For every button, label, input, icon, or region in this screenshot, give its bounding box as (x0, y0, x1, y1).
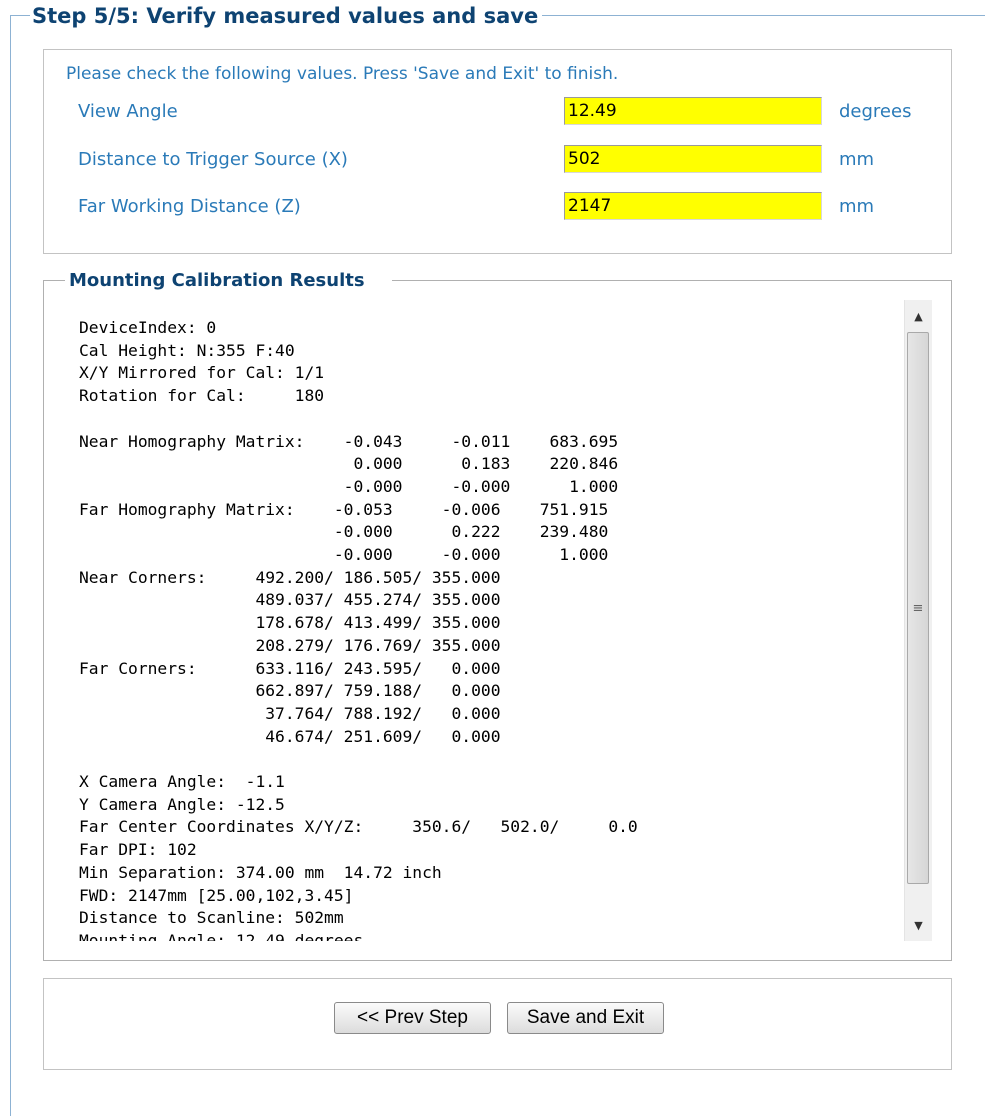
view-angle-row: View Angle degrees (44, 97, 951, 127)
results-scrollbar[interactable]: ▲ ≡ ▼ (904, 300, 932, 941)
prev-step-button[interactable]: << Prev Step (334, 1002, 491, 1034)
view-angle-input[interactable] (564, 97, 822, 125)
trigger-distance-row: Distance to Trigger Source (X) mm (44, 145, 951, 175)
step-title: Step 5/5: Verify measured values and sav… (30, 3, 543, 29)
view-angle-label: View Angle (78, 101, 178, 122)
trigger-distance-input[interactable] (564, 145, 822, 173)
view-angle-unit: degrees (839, 101, 912, 122)
results-textarea[interactable]: DeviceIndex: 0 Cal Height: N:355 F:40 X/… (63, 300, 931, 941)
far-working-distance-label: Far Working Distance (Z) (78, 196, 301, 217)
results-text: DeviceIndex: 0 Cal Height: N:355 F:40 X/… (79, 318, 638, 941)
far-working-distance-unit: mm (839, 196, 875, 217)
trigger-distance-unit: mm (839, 149, 875, 170)
scroll-track[interactable]: ≡ (905, 332, 932, 909)
scroll-down-icon[interactable]: ▼ (905, 909, 932, 941)
results-border-left (43, 280, 65, 281)
far-working-distance-input[interactable] (564, 192, 822, 220)
trigger-distance-label: Distance to Trigger Source (X) (78, 149, 348, 170)
buttons-panel: << Prev Step Save and Exit (43, 978, 952, 1070)
grip-icon: ≡ (912, 600, 924, 616)
results-border-right (392, 280, 951, 281)
scroll-up-icon[interactable]: ▲ (905, 300, 932, 332)
values-intro-text: Please check the following values. Press… (66, 64, 619, 84)
save-and-exit-button[interactable]: Save and Exit (507, 1002, 664, 1034)
scroll-thumb[interactable]: ≡ (907, 332, 929, 884)
results-title: Mounting Calibration Results (69, 270, 365, 291)
measured-values-panel: Please check the following values. Press… (43, 49, 952, 254)
far-working-distance-row: Far Working Distance (Z) mm (44, 192, 951, 222)
